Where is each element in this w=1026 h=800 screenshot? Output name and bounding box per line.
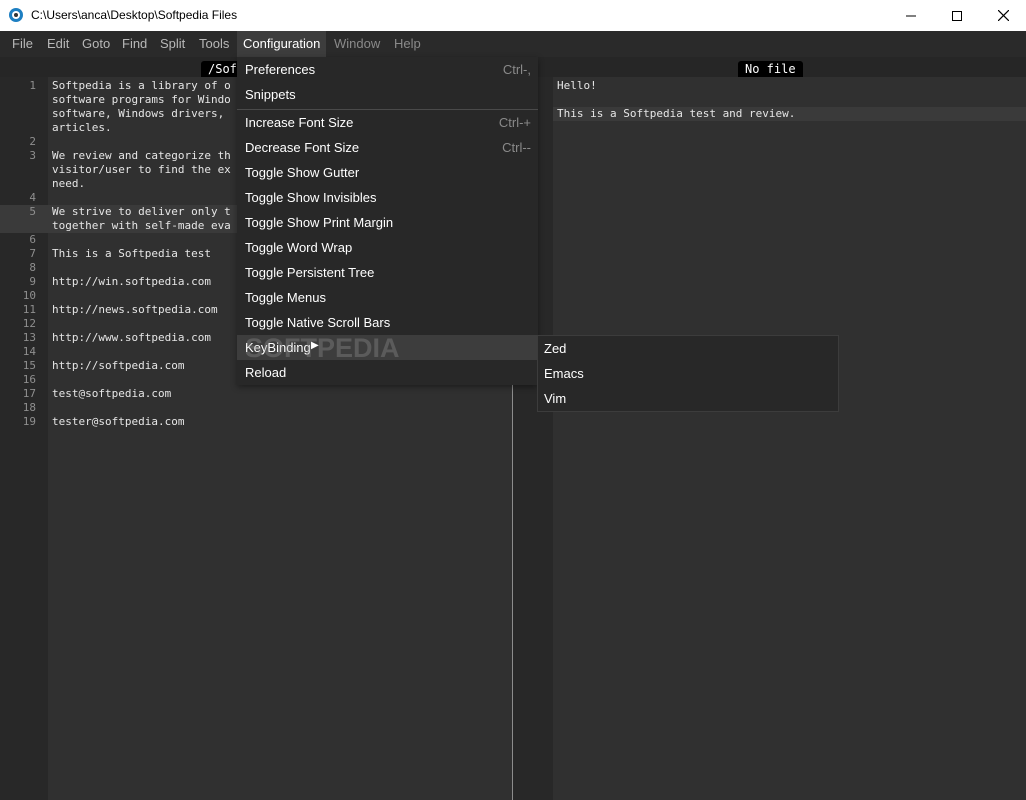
watermark-logo: SOFTPEDIA xyxy=(245,333,400,363)
code-line: test@softpedia.com xyxy=(52,387,172,400)
line-number: 16 xyxy=(22,373,36,386)
right-file-tab[interactable]: No file xyxy=(738,61,803,77)
menu-find[interactable]: Find xyxy=(116,31,153,57)
code-line: software, Windows drivers, xyxy=(52,107,225,120)
code-line: http://softpedia.com xyxy=(52,359,185,372)
line-number: 4 xyxy=(29,191,36,204)
line-number: 2 xyxy=(29,135,36,148)
menu-item-label: Toggle Word Wrap xyxy=(245,240,353,255)
code-line: Softpedia is a library of o xyxy=(52,79,231,92)
maximize-button[interactable] xyxy=(934,0,980,31)
maximize-icon xyxy=(952,10,962,21)
line-number xyxy=(0,93,36,107)
menu-item-increase-font-size[interactable]: Increase Font Size Ctrl-+ xyxy=(237,110,538,135)
code-line: Hello! xyxy=(557,79,597,92)
line-number: 8 xyxy=(29,261,36,274)
close-button[interactable] xyxy=(980,0,1026,31)
menu-item-label: Snippets xyxy=(245,87,296,102)
menu-item-shortcut: Ctrl-, xyxy=(502,62,531,77)
code-line: articles. xyxy=(52,121,112,134)
line-number xyxy=(0,177,36,191)
line-number: 5 xyxy=(29,205,36,218)
code-line: We review and categorize th xyxy=(52,149,231,162)
menu-item-toggle-word-wrap[interactable]: Toggle Word Wrap xyxy=(237,235,538,260)
menu-item-label: Toggle Show Invisibles xyxy=(245,190,377,205)
keybinding-submenu: Zed Emacs Vim xyxy=(537,335,839,412)
menu-item-label: Reload xyxy=(245,365,287,380)
menu-split[interactable]: Split xyxy=(154,31,191,57)
menu-item-toggle-persistent-tree[interactable]: Toggle Persistent Tree xyxy=(237,260,538,285)
line-number xyxy=(0,219,36,233)
submenu-item-emacs[interactable]: Emacs xyxy=(538,361,838,386)
menu-tools[interactable]: Tools xyxy=(193,31,235,57)
code-line: tester@softpedia.com xyxy=(52,415,185,428)
line-number: 6 xyxy=(29,233,36,246)
close-icon xyxy=(997,10,1009,21)
line-number xyxy=(0,121,36,135)
code-line: This is a Softpedia test and review. xyxy=(557,107,796,120)
line-number: 11 xyxy=(22,303,36,316)
line-number: 14 xyxy=(22,345,36,358)
line-number: 18 xyxy=(22,401,36,414)
right-editor-pane[interactable]: No file Hello! This is a Softpedia test … xyxy=(513,57,1026,800)
menu-item-preferences[interactable]: Preferences Ctrl-, xyxy=(237,57,538,82)
menu-item-decrease-font-size[interactable]: Decrease Font Size Ctrl-- xyxy=(237,135,538,160)
menu-item-label: Decrease Font Size xyxy=(245,140,360,155)
menu-item-label: Toggle Native Scroll Bars xyxy=(245,315,391,330)
line-number: 1 xyxy=(29,79,36,92)
menu-item-label: Increase Font Size xyxy=(245,115,354,130)
menu-item-label: Toggle Menus xyxy=(245,290,326,305)
menu-item-snippets[interactable]: Snippets xyxy=(237,82,538,107)
code-line: http://news.softpedia.com xyxy=(52,303,218,316)
menu-window[interactable]: Window xyxy=(328,31,386,57)
line-number xyxy=(0,107,36,121)
line-number: 7 xyxy=(29,247,36,260)
submenu-item-vim[interactable]: Vim xyxy=(538,386,838,411)
menu-item-shortcut: Ctrl-+ xyxy=(498,115,531,130)
line-number: 15 xyxy=(22,359,36,372)
submenu-item-label: Zed xyxy=(544,341,567,356)
menu-goto[interactable]: Goto xyxy=(76,31,116,57)
menu-item-toggle-show-print-margin[interactable]: Toggle Show Print Margin xyxy=(237,210,538,235)
code-line: visitor/user to find the ex xyxy=(52,163,231,176)
title-bar: C:\Users\anca\Desktop\Softpedia Files xyxy=(0,0,1026,31)
line-number: 13 xyxy=(22,331,36,344)
line-number: 10 xyxy=(22,289,36,302)
window-title: C:\Users\anca\Desktop\Softpedia Files xyxy=(31,8,238,22)
menu-item-toggle-show-invisibles[interactable]: Toggle Show Invisibles xyxy=(237,185,538,210)
menu-item-toggle-menus[interactable]: Toggle Menus xyxy=(237,285,538,310)
menu-item-label: Preferences xyxy=(245,62,316,77)
submenu-item-zed[interactable]: Zed xyxy=(538,336,838,361)
code-line: http://win.softpedia.com xyxy=(52,275,211,288)
line-number: 17 xyxy=(22,387,36,400)
line-number: 3 xyxy=(29,149,36,162)
right-tab-bar: No file xyxy=(513,57,1026,77)
submenu-item-label: Vim xyxy=(544,391,567,406)
code-line: need. xyxy=(52,177,86,190)
minimize-button[interactable] xyxy=(888,0,934,31)
code-line: software programs for Windo xyxy=(52,93,231,106)
menu-file[interactable]: File xyxy=(6,31,39,57)
code-line: http://www.softpedia.com xyxy=(52,331,211,344)
menu-item-toggle-show-gutter[interactable]: Toggle Show Gutter xyxy=(237,160,538,185)
minimize-icon xyxy=(906,15,916,16)
code-line: We strive to deliver only t xyxy=(52,205,231,218)
line-number: 9 xyxy=(29,275,36,288)
menu-help[interactable]: Help xyxy=(388,31,427,57)
menu-item-label: Toggle Show Gutter xyxy=(245,165,360,180)
app-logo-icon xyxy=(8,7,24,23)
code-line: This is a Softpedia test xyxy=(52,247,211,260)
code-line: together with self-made eva xyxy=(52,219,231,232)
submenu-item-label: Emacs xyxy=(544,366,584,381)
menu-bar: File Edit Goto Find Split Tools Configur… xyxy=(0,31,1026,57)
menu-item-label: Toggle Show Print Margin xyxy=(245,215,394,230)
menu-item-shortcut: Ctrl-- xyxy=(502,140,531,155)
line-number: 12 xyxy=(22,317,36,330)
menu-item-toggle-native-scroll-bars[interactable]: Toggle Native Scroll Bars xyxy=(237,310,538,335)
menu-configuration[interactable]: Configuration xyxy=(237,31,327,57)
menu-edit[interactable]: Edit xyxy=(41,31,75,57)
line-number: 19 xyxy=(22,415,36,428)
line-number xyxy=(0,163,36,177)
menu-item-label: Toggle Persistent Tree xyxy=(245,265,375,280)
